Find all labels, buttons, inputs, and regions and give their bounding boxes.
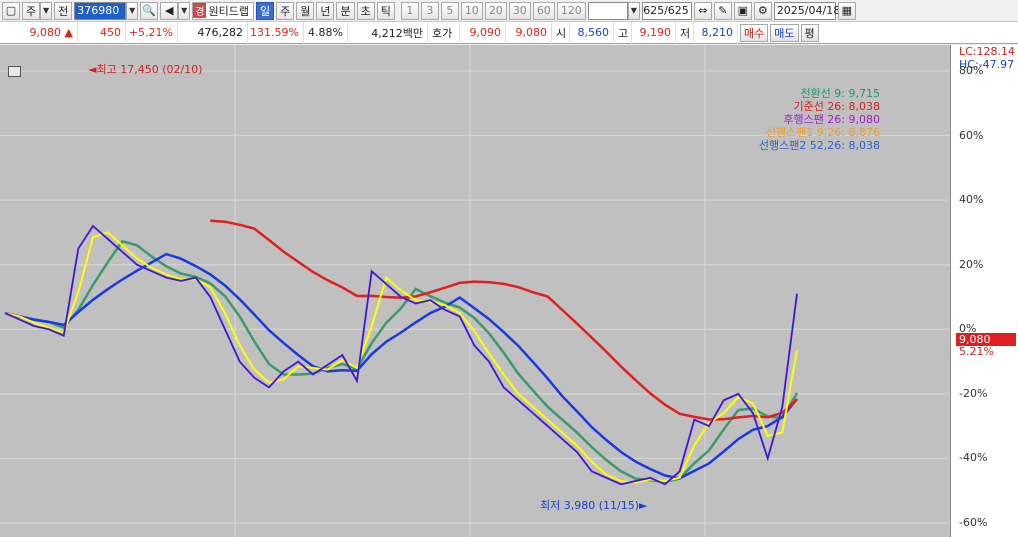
quote-label: 호가	[428, 21, 460, 44]
current-price: 9,080	[29, 26, 62, 39]
blue-ma-line	[4, 252, 798, 480]
period-button[interactable]: 주	[276, 1, 295, 20]
volume: 476,282	[178, 21, 248, 44]
plot-area[interactable]: ◄최고 17,450 (02/10) 최저 3,980 (11/15)► 전환선…	[0, 45, 950, 537]
price-change: 450	[78, 21, 126, 44]
red-ma-line	[210, 219, 798, 421]
period-button[interactable]: 일	[255, 1, 275, 20]
low-price: 8,210	[694, 21, 738, 44]
interval-button[interactable]: 1	[400, 1, 419, 20]
period-button[interactable]: 분	[336, 1, 355, 20]
current-price-cell: 9,080 ▲	[0, 21, 78, 44]
sell-button[interactable]: 매도	[770, 23, 799, 42]
window-icon[interactable]: ▢	[2, 1, 20, 20]
period-selector-label: 주	[26, 4, 37, 18]
indicator-lines	[4, 219, 799, 486]
high-label: 고	[614, 21, 632, 44]
y-tick-label: -40%	[959, 451, 988, 465]
buy-button[interactable]: 매수	[740, 23, 769, 42]
y-tick-label: 80%	[959, 64, 984, 77]
expand-icon[interactable]: ⇔	[693, 1, 712, 20]
legend-item: 전환선 9: 9,715	[800, 87, 880, 100]
period-buttons: 일주월년분초틱	[254, 1, 395, 20]
calendar-icon[interactable]: ▦	[837, 1, 856, 20]
y-tick-label: -20%	[959, 386, 988, 400]
period-button[interactable]: 월	[296, 1, 315, 20]
interval-button[interactable]: 10	[460, 1, 483, 20]
lc-label: LC:128.14	[959, 45, 1016, 58]
period-button[interactable]: 틱	[376, 1, 395, 20]
interval-dropdown-icon[interactable]: ▼	[627, 1, 640, 20]
interval-button[interactable]: 3	[420, 1, 439, 20]
speaker-dropdown-icon[interactable]: ▼	[178, 1, 191, 20]
draw-tool-icon[interactable]: ✎	[713, 1, 732, 20]
y-axis-panel: LC:128.14 HC:-47.97 80% 60% 40% 20% 0% -20% -4…	[950, 45, 1018, 537]
volume-ratio: 131.59%	[248, 21, 304, 44]
warning-badge: 경	[193, 3, 207, 18]
date-field[interactable]: 2025/04/18	[773, 1, 840, 20]
legend-item: 선행스팬1 9,26: 8,876	[765, 126, 880, 139]
bid-quote: 9,080	[506, 21, 552, 44]
period-button[interactable]: 초	[356, 1, 375, 20]
toolbar: ▢ 주 ▼ 전 376980 ▼ 🔍 ◀ ▼ 경 원티드랩 일주월년분초틱 13…	[0, 0, 1018, 22]
turnover-rate: 4.88%	[304, 21, 348, 44]
mode-button[interactable]: 전	[54, 1, 73, 20]
current-pct-tag: 5.21%	[959, 345, 994, 358]
period-button[interactable]: 년	[316, 1, 335, 20]
evaluate-button[interactable]: 평	[800, 23, 819, 42]
open-price: 8,560	[570, 21, 614, 44]
low-annotation: 최저 3,980 (11/15)►	[540, 497, 647, 513]
chart-settings-icon[interactable]	[8, 66, 21, 77]
period-selector[interactable]: 주	[22, 1, 41, 20]
right-arrow-icon: ►	[639, 499, 648, 512]
y-tick-label: -60%	[959, 516, 988, 529]
up-arrow-icon: ▲	[64, 26, 73, 39]
stock-code-input[interactable]: 376980	[74, 1, 127, 20]
interval-input[interactable]	[587, 1, 628, 20]
indicator-legend: 전환선 9: 9,715 기준선 26: 8,038 후행스팬 26: 9,080 선…	[759, 87, 880, 152]
legend-item: 후행스팬 26: 9,080	[783, 113, 880, 126]
stock-name-field[interactable]: 경 원티드랩	[192, 1, 254, 20]
page-counter: 625/625	[641, 1, 692, 20]
high-annotation-text: 최고 17,450 (02/10)	[96, 63, 203, 76]
search-icon[interactable]: 🔍	[140, 1, 159, 20]
interval-button[interactable]: 120	[556, 1, 586, 20]
low-label: 저	[676, 21, 694, 44]
trading-amount: 4,212백만	[348, 21, 428, 44]
y-tick-label: 60%	[959, 128, 984, 142]
save-icon[interactable]: ▣	[733, 1, 752, 20]
legend-item: 기준선 26: 8,038	[793, 100, 880, 113]
chevron-down-icon[interactable]: ▼	[40, 1, 53, 20]
code-dropdown-icon[interactable]: ▼	[126, 1, 139, 20]
y-tick-label: 20%	[959, 257, 984, 271]
high-annotation: ◄최고 17,450 (02/10)	[88, 61, 202, 77]
y-tick-label: 40%	[959, 193, 984, 207]
speaker-icon[interactable]: ◀	[160, 1, 179, 20]
tenkan-line	[4, 231, 798, 484]
low-annotation-text: 최저 3,980 (11/15)	[540, 499, 640, 512]
interval-button[interactable]: 20	[484, 1, 507, 20]
interval-buttons: 1 3 5 10 20 30 60 120	[399, 1, 586, 20]
legend-item: 선행스팬2 52,26: 8,038	[758, 139, 880, 152]
interval-button[interactable]: 30	[508, 1, 531, 20]
interval-button[interactable]: 60	[532, 1, 555, 20]
price-change-pct: +5.21%	[126, 21, 178, 44]
quote-info-bar: 9,080 ▲ 450 +5.21% 476,282 131.59% 4.88%…	[0, 21, 1018, 44]
high-price: 9,190	[632, 21, 676, 44]
stock-name: 원티드랩	[208, 4, 249, 18]
chart-area[interactable]: ◄최고 17,450 (02/10) 최저 3,980 (11/15)► 전환선…	[0, 45, 1018, 537]
interval-button[interactable]: 5	[440, 1, 459, 20]
ask-quote: 9,090	[460, 21, 506, 44]
open-label: 시	[552, 21, 570, 44]
gear-icon[interactable]: ⚙	[753, 1, 772, 20]
